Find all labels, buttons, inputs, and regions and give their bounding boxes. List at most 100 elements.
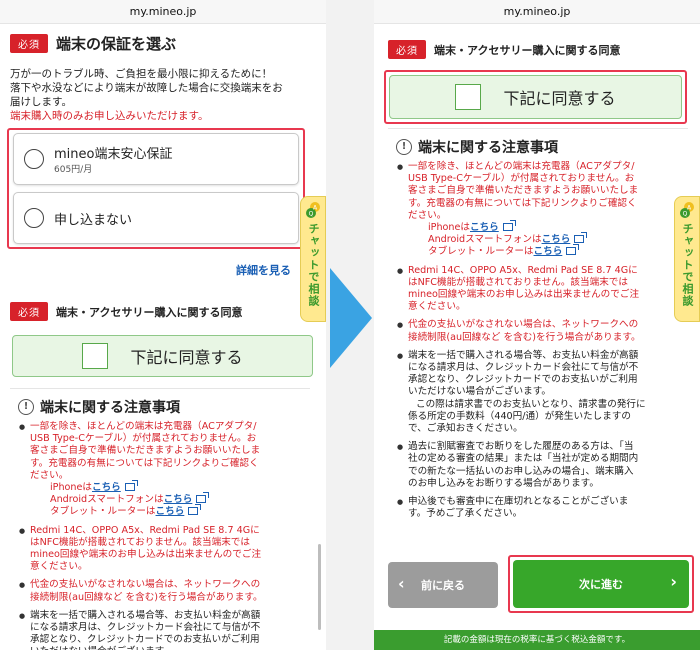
agree-label: 下記に同意する: [130, 348, 243, 367]
chat-label: チャットで相談: [681, 223, 694, 307]
text-line: になる請求月は、クレジットカード会社にて与信が不: [408, 362, 639, 374]
desc-line: 万が一のトラブル時、ご負担を最小限に抑えるために！: [10, 68, 273, 80]
svg-text:Q: Q: [683, 211, 688, 218]
warranty-note: 端末購入時のみお申し込みいただけます。: [10, 110, 209, 122]
radio-button[interactable]: [24, 149, 44, 169]
back-button[interactable]: ‹ 前に戻る: [388, 562, 498, 608]
text-line: 承認となり、クレジットカードでのお支払いがご利用: [408, 374, 638, 386]
text-line: す。充電器の有無については下記リンクよりご確認く: [30, 457, 259, 469]
text-line: ださい。: [30, 469, 69, 481]
charger-link-row: タブレット・ルーターはこちら: [30, 504, 308, 518]
text-line: 一部を除き、ほとんどの端末は充電器（ACアダプタ/: [30, 421, 257, 432]
tablet-link[interactable]: こちら: [156, 506, 185, 517]
text-line: 端末を一括で購入される場合等、お支払い料金が高額: [408, 349, 639, 361]
option-text: mineo端末安心保証 605円/月: [54, 143, 172, 175]
external-link-icon: [502, 220, 516, 232]
option-no-warranty[interactable]: 申し込まない: [13, 192, 299, 244]
link-prefix: iPhoneは: [50, 482, 92, 494]
warranty-title: 端末の保証を選ぶ: [56, 35, 177, 53]
chat-label: チャットで相談: [307, 223, 320, 307]
agree-button[interactable]: 下記に同意する: [12, 335, 313, 377]
list-item: 代金の支払いがなされない場合は、ネットワークへの 接続制限(au回線など を含む…: [18, 579, 308, 603]
chevron-right-icon: ›: [670, 572, 677, 591]
option-mineo-warranty[interactable]: mineo端末安心保証 605円/月: [13, 133, 299, 185]
agreement-title: 端末・アクセサリー購入に関する同意: [434, 43, 621, 57]
agreement-title: 端末・アクセサリー購入に関する同意: [56, 305, 243, 319]
link-prefix: Androidスマートフォンは: [428, 234, 542, 246]
text-line: す。予めご了承ください。: [408, 508, 523, 520]
link-prefix: Androidスマートフォンは: [50, 494, 164, 506]
text-line: いただけない場合がございます。: [408, 386, 551, 398]
text-line: 申込後でも審査中に在庫切れとなることがございま: [408, 496, 629, 508]
notice-title: ! 端末に関する注意事項: [18, 397, 308, 417]
required-badge: 必須: [10, 302, 48, 321]
notice-list: 一部を除き、ほとんどの端末は充電器（ACアダプタ/ USB Type-Cケーブル…: [396, 161, 686, 520]
scrollbar[interactable]: [318, 544, 321, 630]
text-line: のお申し込みをお断りする場合があります。: [408, 477, 599, 489]
desc-line: 落下や水没などにより端末が故障した場合に交換端末をお: [10, 82, 283, 94]
notice-panel: ! 端末に関する注意事項 一部を除き、ほとんどの端末は充電器（ACアダプタ/ U…: [388, 128, 688, 519]
warranty-section-header: 必須 端末の保証を選ぶ: [0, 33, 186, 54]
composite-screenshot: my.mineo.jp 必須 端末の保証を選ぶ 万が一のトラブル時、ご負担を最小…: [0, 0, 700, 650]
agreement-section-header: 必須 端末・アクセサリー購入に関する同意: [388, 40, 620, 59]
next-button[interactable]: 次に進む ›: [513, 560, 689, 608]
text-line: いただけない場合がございます。: [30, 646, 308, 650]
text-line: 過去に割賦審査でお断りをした履歴のある方は、「当: [408, 441, 634, 453]
external-link-icon: [124, 480, 138, 492]
text-line: ださい。: [408, 209, 447, 221]
android-link[interactable]: こちら: [164, 494, 193, 505]
text-line: USB Type-Cケーブル）が付属されておりません。お: [30, 433, 257, 445]
charger-link-row: Androidスマートフォンはこちら: [408, 232, 686, 246]
chat-consult-tab[interactable]: AQ チャットで相談: [300, 196, 326, 322]
chat-consult-tab[interactable]: AQ チャットで相談: [674, 196, 700, 322]
agree-checkbox[interactable]: [455, 84, 482, 110]
back-label: 前に戻る: [421, 579, 465, 592]
external-link-icon: [196, 492, 210, 504]
transition-arrow-icon: [330, 268, 372, 368]
text-line: 承認となり、クレジットカードでのお支払いがご利用: [30, 634, 260, 646]
list-item: 過去に割賦審査でお断りをした履歴のある方は、「当 社の定める審査の結果」または「…: [396, 441, 686, 490]
charger-link-row: Androidスマートフォンはこちら: [30, 492, 308, 506]
exclamation-icon: !: [396, 139, 412, 155]
text-line: 係る所定の手数料（440円/通）が発生いたしますの: [408, 410, 632, 422]
tablet-link[interactable]: こちら: [534, 246, 563, 257]
radio-button[interactable]: [24, 208, 44, 228]
svg-text:Q: Q: [309, 211, 314, 218]
text-line: での新たな一括払いのお申し込みの場合」、端末購入: [408, 465, 634, 477]
tax-footer: 記載の金額は現在の税率に基づく税込金額です。: [374, 630, 700, 650]
left-phone-screen: my.mineo.jp 必須 端末の保証を選ぶ 万が一のトラブル時、ご負担を最小…: [0, 0, 326, 650]
list-item: 端末を一括で購入される場合等、お支払い料金が高額 になる請求月は、クレジットカー…: [18, 610, 308, 650]
warranty-description: 万が一のトラブル時、ご負担を最小限に抑えるために！ 落下や水没などにより端末が故…: [0, 67, 326, 123]
iphone-link[interactable]: こちら: [92, 482, 121, 493]
option-label: 申し込まない: [54, 212, 133, 228]
link-prefix: タブレット・ルーターは: [50, 506, 156, 518]
notice-panel: ! 端末に関する注意事項 一部を除き、ほとんどの端末は充電器（ACアダプタ/ U…: [10, 388, 310, 650]
url-bar: my.mineo.jp: [0, 0, 326, 24]
agree-checkbox[interactable]: [82, 343, 109, 369]
iphone-link[interactable]: こちら: [470, 222, 499, 233]
text-line: はNFC機能が搭載されておりません。該当端末では: [30, 536, 250, 548]
text-line: す。充電器の有無については下記リンクよりご確認く: [408, 197, 637, 209]
text-line: で、ご承知おきください。: [408, 423, 523, 435]
android-link[interactable]: こちら: [542, 234, 571, 245]
details-link[interactable]: 詳細を見る: [236, 262, 291, 278]
text-line: Redmi 14C、OPPO A5x、Redmi Pad SE 8.7 4Gに: [30, 524, 260, 536]
agree-button[interactable]: 下記に同意する: [389, 75, 682, 119]
text-line: 代金の支払いがなされない場合は、ネットワークへの: [408, 319, 639, 331]
required-badge: 必須: [388, 40, 426, 59]
agree-label: 下記に同意する: [503, 89, 616, 108]
text-line: 端末を一括で購入される場合等、お支払い料金が高額: [30, 609, 261, 621]
notice-title-text: 端末に関する注意事項: [40, 400, 180, 416]
charger-link-row: iPhoneはこちら: [408, 220, 686, 234]
text-line: mineo回線や端末のお申し込みは出来ませんのでご注: [30, 549, 262, 561]
link-prefix: タブレット・ルーターは: [428, 246, 534, 258]
text-line: 接続制限(au回線など を含む)を行う場合があります。: [30, 591, 263, 603]
text-line: 客さまご自身で準備いただきますようお願いいたしま: [30, 445, 261, 457]
list-item: 代金の支払いがなされない場合は、ネットワークへの 接続制限(au回線など を含む…: [396, 319, 686, 343]
text-line: 意ください。: [408, 301, 466, 313]
text-line: 意ください。: [30, 561, 88, 573]
required-badge: 必須: [10, 34, 48, 53]
text-line: この際は請求書でのお支払いとなり、請求書の発行に: [416, 398, 646, 410]
notice-title: ! 端末に関する注意事項: [396, 137, 686, 157]
text-line: Redmi 14C、OPPO A5x、Redmi Pad SE 8.7 4Gに: [408, 264, 638, 276]
